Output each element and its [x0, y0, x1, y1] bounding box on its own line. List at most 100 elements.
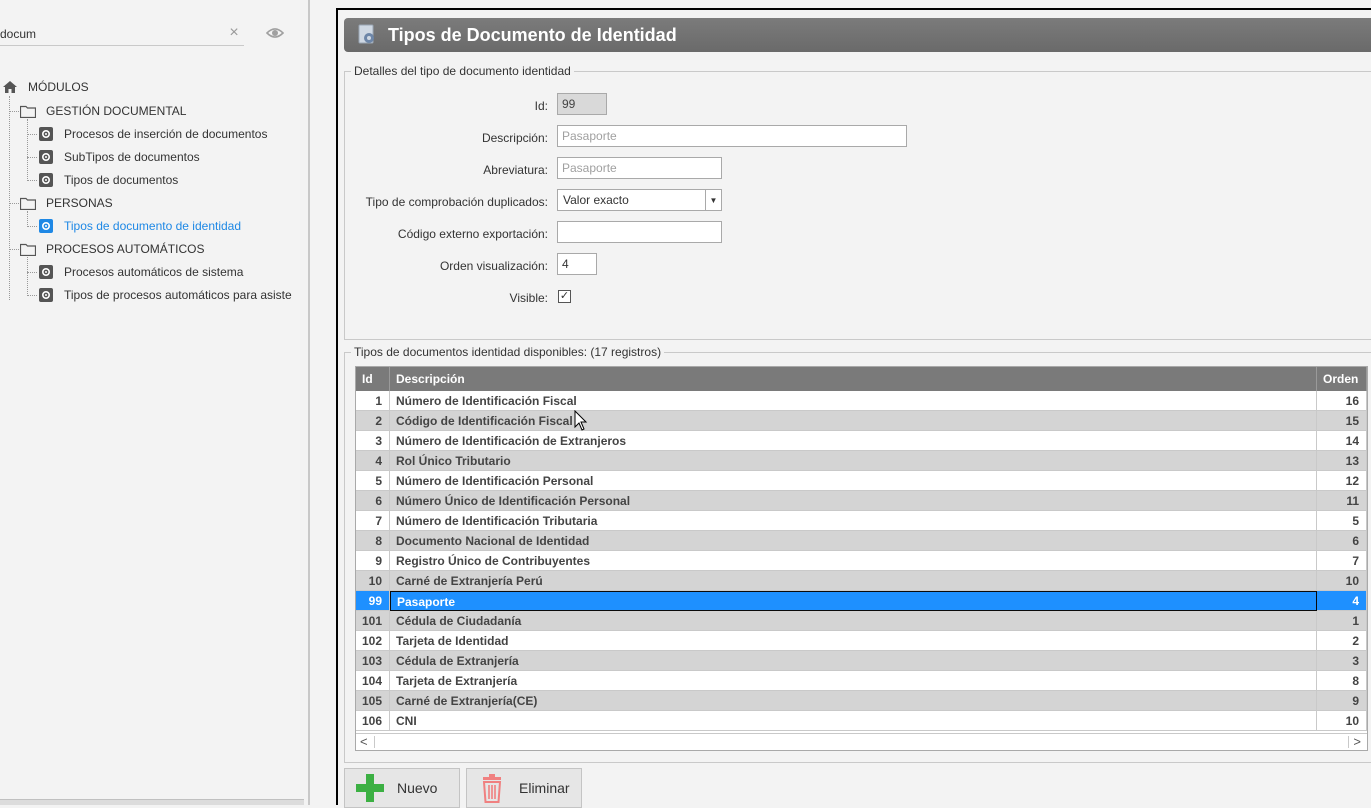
- orden-label: Orden visualización:: [439, 259, 548, 273]
- search-input[interactable]: [0, 24, 220, 44]
- cell-id: 105: [356, 691, 390, 711]
- cell-orden: 9: [1317, 691, 1367, 711]
- column-header-descripcion[interactable]: Descripción: [390, 367, 1317, 391]
- table-row[interactable]: 105 Carné de Extranjería(CE) 9: [356, 691, 1367, 711]
- column-header-id[interactable]: Id: [356, 367, 390, 391]
- abreviatura-field[interactable]: [557, 157, 722, 179]
- orden-field[interactable]: [557, 253, 597, 275]
- tree-folder-procesos-automaticos[interactable]: PROCESOS AUTOMÁTICOS: [20, 239, 204, 259]
- id-label: Id:: [534, 99, 548, 113]
- home-icon: [3, 81, 17, 93]
- visible-checkbox[interactable]: ✓: [558, 290, 571, 303]
- cell-descripcion: Registro Único de Contribuyentes: [390, 551, 1317, 571]
- cell-descripcion: Carné de Extranjería Perú: [390, 571, 1317, 591]
- tree-folder-personas[interactable]: PERSONAS: [20, 193, 113, 213]
- cell-id: 4: [356, 451, 390, 471]
- tree-label: Tipos de documento de identidad: [64, 219, 242, 233]
- eye-icon[interactable]: [266, 26, 284, 40]
- cell-descripcion: Pasaporte: [390, 591, 1317, 611]
- codigo-externo-field[interactable]: [557, 221, 722, 243]
- tree-label: Tipos de documentos: [64, 173, 179, 187]
- gear-icon: [39, 127, 53, 141]
- tipo-comprobacion-select[interactable]: Valor exacto ▼: [557, 189, 722, 211]
- cell-orden: 13: [1317, 451, 1367, 471]
- cell-id: 8: [356, 531, 390, 551]
- tree-label: PROCESOS AUTOMÁTICOS: [46, 242, 205, 256]
- table-row[interactable]: 106 CNI 10: [356, 711, 1367, 731]
- cell-id: 102: [356, 631, 390, 651]
- gear-icon: [39, 150, 53, 164]
- table-row[interactable]: 10 Carné de Extranjería Perú 10: [356, 571, 1367, 591]
- id-field: [557, 93, 607, 115]
- panel-splitter[interactable]: [308, 0, 310, 805]
- table-row[interactable]: 9 Registro Único de Contribuyentes 7: [356, 551, 1367, 571]
- tree-label: PERSONAS: [46, 196, 113, 210]
- tree-folder-gestion-documental[interactable]: GESTIÓN DOCUMENTAL: [20, 101, 186, 121]
- tree-item-subtipos-documentos[interactable]: SubTipos de documentos: [38, 147, 200, 167]
- table-row[interactable]: 1 Número de Identificación Fiscal 16: [356, 391, 1367, 411]
- cell-descripcion: Tarjeta de Identidad: [390, 631, 1317, 651]
- tree-label: Procesos de inserción de documentos: [64, 127, 268, 141]
- settings-document-icon: [358, 24, 374, 44]
- cell-id: 104: [356, 671, 390, 691]
- table-row[interactable]: 4 Rol Único Tributario 13: [356, 451, 1367, 471]
- table-row[interactable]: 8 Documento Nacional de Identidad 6: [356, 531, 1367, 551]
- gear-icon: [39, 219, 53, 233]
- table-row[interactable]: 5 Número de Identificación Personal 12: [356, 471, 1367, 491]
- cell-descripcion: Cédula de Ciudadanía: [390, 611, 1317, 631]
- navigation-panel: × MÓDULOS GESTIÓN DOCUMENTAL Procesos de…: [0, 0, 308, 805]
- scroll-left-icon[interactable]: <: [360, 734, 368, 749]
- cell-id: 101: [356, 611, 390, 631]
- folder-icon: [20, 197, 36, 210]
- scroll-right-icon[interactable]: >: [1353, 734, 1361, 749]
- descripcion-field[interactable]: [557, 125, 907, 147]
- cell-id: 7: [356, 511, 390, 531]
- scroll-track[interactable]: [374, 736, 1349, 748]
- table-row[interactable]: 102 Tarjeta de Identidad 2: [356, 631, 1367, 651]
- cell-orden: 5: [1317, 511, 1367, 531]
- cell-orden: 4: [1317, 591, 1367, 611]
- gear-icon: [39, 288, 53, 302]
- column-header-orden[interactable]: Orden: [1317, 367, 1367, 391]
- cell-descripcion: Número de Identificación Personal: [390, 471, 1317, 491]
- cell-descripcion: Número Único de Identificación Personal: [390, 491, 1317, 511]
- table-row[interactable]: 6 Número Único de Identificación Personal…: [356, 491, 1367, 511]
- cell-id: 99: [356, 591, 390, 611]
- chevron-down-icon[interactable]: ▼: [705, 190, 721, 210]
- table-row[interactable]: 104 Tarjeta de Extranjería 8: [356, 671, 1367, 691]
- horizontal-scrollbar[interactable]: < >: [356, 733, 1367, 750]
- tree-item-procesos-insercion[interactable]: Procesos de inserción de documentos: [38, 124, 267, 144]
- cell-descripcion: Carné de Extranjería(CE): [390, 691, 1317, 711]
- tree-label: SubTipos de documentos: [64, 150, 200, 164]
- cell-descripcion: Documento Nacional de Identidad: [390, 531, 1317, 551]
- table-row[interactable]: 7 Número de Identificación Tributaria 5: [356, 511, 1367, 531]
- table-row[interactable]: 99 Pasaporte 4: [356, 591, 1367, 611]
- eliminar-button[interactable]: Eliminar: [466, 768, 582, 808]
- table-row[interactable]: 3 Número de Identificación de Extranjeros…: [356, 431, 1367, 451]
- cell-id: 2: [356, 411, 390, 431]
- tree-root-modulos[interactable]: MÓDULOS: [2, 77, 89, 97]
- folder-icon: [20, 243, 36, 256]
- table-row[interactable]: 2 Código de Identificación Fiscal 15: [356, 411, 1367, 431]
- table-row[interactable]: 103 Cédula de Extranjería 3: [356, 651, 1367, 671]
- search-box: ×: [0, 22, 244, 46]
- table-header: Id Descripción Orden: [356, 367, 1367, 391]
- table-row[interactable]: 101 Cédula de Ciudadanía 1: [356, 611, 1367, 631]
- tree-item-procesos-sistema[interactable]: Procesos automáticos de sistema: [38, 262, 243, 282]
- tree-item-tipos-documento-identidad[interactable]: Tipos de documento de identidad: [38, 216, 241, 236]
- horizontal-scrollbar[interactable]: [0, 799, 304, 805]
- cell-descripcion: Cédula de Extranjería: [390, 651, 1317, 671]
- cell-orden: 7: [1317, 551, 1367, 571]
- documents-table: Id Descripción Orden 1 Número de Identifi…: [355, 366, 1368, 751]
- cell-descripcion: Código de Identificación Fiscal: [390, 411, 1317, 431]
- cell-id: 106: [356, 711, 390, 731]
- tree-item-tipos-documentos[interactable]: Tipos de documentos: [38, 170, 178, 190]
- nuevo-button[interactable]: Nuevo: [344, 768, 460, 808]
- cell-descripcion: Tarjeta de Extranjería: [390, 671, 1317, 691]
- clear-icon[interactable]: ×: [226, 24, 242, 42]
- tree-label: MÓDULOS: [28, 80, 89, 94]
- cell-orden: 1: [1317, 611, 1367, 631]
- cell-id: 9: [356, 551, 390, 571]
- cell-orden: 10: [1317, 711, 1367, 731]
- nuevo-label: Nuevo: [397, 780, 438, 796]
